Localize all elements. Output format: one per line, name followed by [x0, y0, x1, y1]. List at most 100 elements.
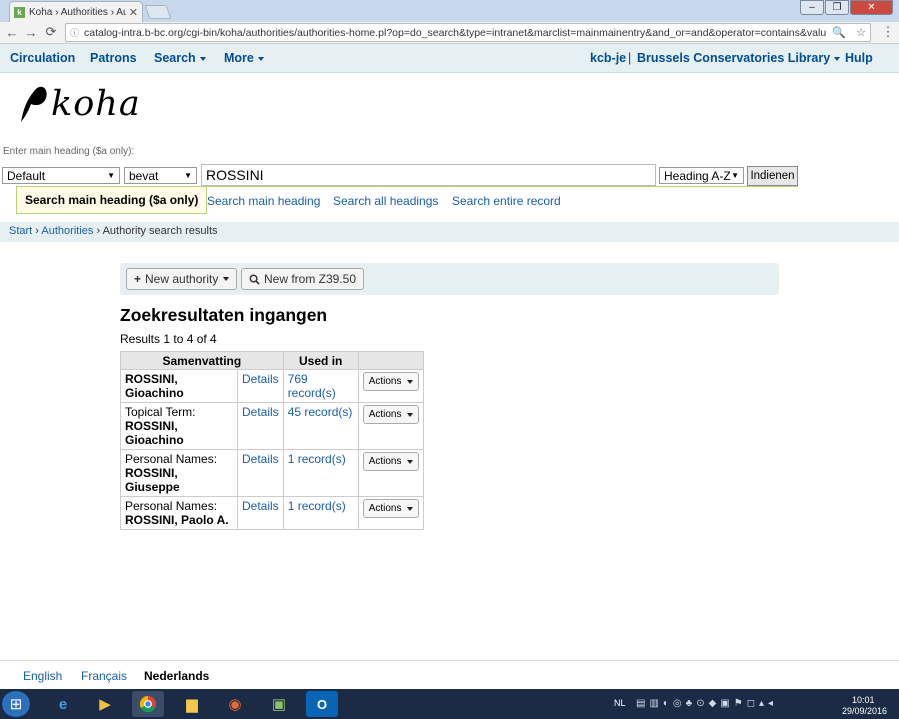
tab-search-main-heading[interactable]: Search main heading	[207, 194, 320, 208]
chevron-down-icon	[407, 379, 414, 384]
media-player-icon[interactable]: ▶	[89, 691, 121, 717]
forward-arrow-icon[interactable]: →	[23, 24, 39, 40]
system-tray-icons[interactable]: ▤▥◐◎♣⊙◆▣⚑◻▴◂	[636, 698, 777, 709]
page-title: Zoekresultaten ingangen	[120, 305, 328, 325]
new-authority-label: New authority	[145, 272, 219, 286]
page-info-icon[interactable]: ⓘ	[70, 26, 79, 39]
actions-button[interactable]: Actions	[362, 499, 420, 518]
actions-button[interactable]: Actions	[362, 372, 420, 391]
start-button-icon[interactable]: ⊞	[2, 691, 30, 717]
heading-name: ROSSINI, Gioachino	[125, 372, 184, 400]
breadcrumb-current: Authority search results	[102, 225, 218, 237]
breadcrumb-separator: ›	[96, 225, 101, 237]
tab-search-entire-record[interactable]: Search entire record	[452, 194, 561, 208]
heading-type: Topical Term:	[125, 405, 196, 419]
summary-cell: Personal Names: ROSSINI, Giuseppe	[120, 449, 238, 497]
firefox-icon[interactable]: ◉	[219, 691, 251, 717]
table-row: Personal Names: ROSSINI, Giuseppe Details…	[120, 449, 425, 497]
minimize-window-button[interactable]: –	[800, 0, 824, 15]
nav-separator: |	[628, 51, 632, 65]
used-in-link[interactable]: 769 record(s)	[288, 372, 336, 400]
language-francais[interactable]: Français	[81, 669, 127, 683]
chevron-down-icon	[407, 506, 414, 511]
used-in-link[interactable]: 1 record(s)	[288, 499, 346, 513]
clock-date[interactable]: 29/09/2016	[842, 706, 887, 716]
chevron-down-icon	[199, 56, 206, 61]
reload-icon[interactable]: ⟳	[43, 24, 59, 40]
close-window-button[interactable]: ✕	[850, 0, 893, 15]
maximize-window-button[interactable]: ❐	[825, 0, 849, 15]
results-count: Results 1 to 4 of 4	[120, 332, 217, 346]
used-in-link[interactable]: 45 record(s)	[288, 405, 353, 419]
zoom-search-icon[interactable]: 🔍	[832, 26, 846, 39]
breadcrumb: Start › Authorities › Authority search r…	[0, 222, 899, 242]
search-input[interactable]: ROSSINI	[201, 164, 656, 186]
nav-more-dropdown[interactable]: More	[224, 51, 264, 65]
submit-button[interactable]: Indienen	[747, 166, 798, 186]
chrome-icon[interactable]	[132, 691, 164, 717]
column-header-actions	[357, 351, 425, 370]
details-link[interactable]: Details	[242, 499, 279, 513]
table-row: Topical Term: ROSSINI, Gioachino Details …	[120, 402, 425, 450]
nav-circulation[interactable]: Circulation	[10, 51, 75, 65]
actions-label: Actions	[368, 409, 402, 420]
order-select[interactable]: Heading A-Z ▼	[659, 167, 744, 184]
new-from-z3950-button[interactable]: New from Z39.50	[241, 268, 365, 290]
koha-logo[interactable]: koha	[17, 84, 141, 124]
dropdown-arrow-icon: ▼	[184, 171, 192, 180]
breadcrumb-start[interactable]: Start	[9, 225, 32, 237]
heading-name: ROSSINI, Paolo A.	[125, 513, 229, 527]
details-link[interactable]: Details	[242, 405, 279, 419]
nav-help[interactable]: Hulp	[845, 51, 873, 65]
table-row: ROSSINI, Gioachino Details 769 record(s)…	[120, 369, 425, 403]
browser-menu-icon[interactable]: ⋮	[880, 24, 896, 40]
chevron-down-icon	[257, 56, 264, 61]
url-text: catalog-intra.b-bc.org/cgi-bin/koha/auth…	[84, 26, 827, 39]
internet-explorer-icon[interactable]: e	[47, 691, 79, 717]
search-hint: Enter main heading ($a only):	[3, 146, 135, 157]
plus-icon: +	[134, 272, 142, 286]
dropdown-arrow-icon: ▼	[107, 171, 115, 180]
heading-name: ROSSINI, Gioachino	[125, 419, 184, 447]
nav-library-dropdown[interactable]: Brussels Conservatories Library	[637, 51, 841, 65]
clock-time[interactable]: 10:01	[852, 695, 875, 705]
back-arrow-icon[interactable]: ←	[4, 24, 20, 40]
actions-label: Actions	[368, 503, 402, 514]
actions-button[interactable]: Actions	[362, 405, 420, 424]
dropdown-arrow-icon: ▼	[731, 171, 739, 180]
details-link[interactable]: Details	[242, 452, 279, 466]
bookmark-star-icon[interactable]: ☆	[856, 26, 866, 39]
new-authority-button[interactable]: + New authority	[126, 268, 238, 290]
operator-select[interactable]: bevat ▼	[124, 167, 197, 184]
nav-patrons[interactable]: Patrons	[90, 51, 137, 65]
browser-tab[interactable]: k Koha › Authorities › Auth ✕	[9, 1, 143, 22]
tab-search-main-heading-a[interactable]: Search main heading ($a only)	[16, 187, 208, 214]
file-explorer-icon[interactable]: ▆	[176, 691, 208, 717]
language-english[interactable]: English	[23, 669, 62, 683]
tab-search-all-headings[interactable]: Search all headings	[333, 194, 438, 208]
column-header-samenvatting: Samenvatting	[120, 351, 284, 370]
table-row: Personal Names: ROSSINI, Paolo A. Details…	[120, 496, 425, 530]
address-bar[interactable]: ⓘ catalog-intra.b-bc.org/cgi-bin/koha/au…	[65, 23, 871, 42]
marclist-value: Default	[7, 168, 46, 183]
heading-type: Personal Names:	[125, 499, 218, 513]
marclist-select[interactable]: Default ▼	[2, 167, 120, 184]
details-link[interactable]: Details	[242, 372, 279, 386]
new-tab-button[interactable]	[144, 5, 172, 19]
breadcrumb-authorities[interactable]: Authorities	[41, 225, 93, 237]
language-nederlands-current: Nederlands	[144, 669, 210, 683]
browser-tab-title: Koha › Authorities › Auth	[29, 6, 126, 18]
nav-logged-in-user[interactable]: kcb-je	[590, 51, 626, 65]
chevron-down-icon	[407, 412, 414, 417]
outlook-icon[interactable]: O	[306, 691, 338, 717]
language-footer	[0, 660, 899, 689]
close-tab-icon[interactable]: ✕	[129, 6, 138, 19]
actions-label: Actions	[368, 456, 402, 467]
remote-desktop-icon[interactable]: ▣	[263, 691, 295, 717]
nav-search-dropdown[interactable]: Search	[154, 51, 206, 65]
actions-button[interactable]: Actions	[362, 452, 420, 471]
koha-logo-text: koha	[51, 84, 141, 124]
used-in-link[interactable]: 1 record(s)	[288, 452, 346, 466]
search-icon	[249, 274, 260, 285]
keyboard-language-indicator[interactable]: NL	[614, 698, 626, 708]
